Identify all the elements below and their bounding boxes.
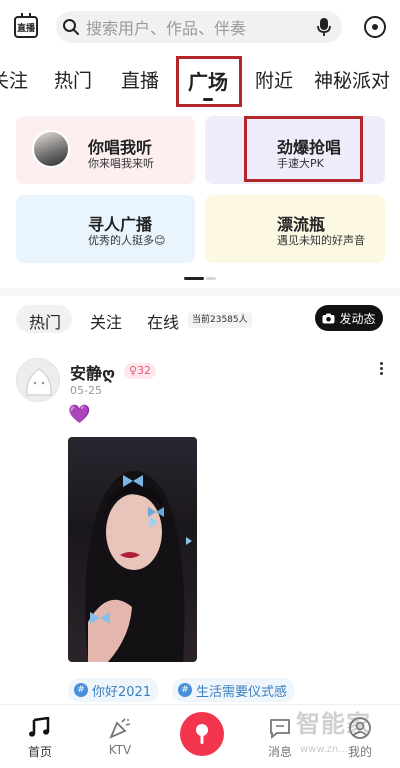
carousel-indicator <box>184 277 218 280</box>
tab-square[interactable]: 广场 <box>188 66 228 95</box>
live-icon[interactable]: 直播 <box>14 13 38 38</box>
topic-tag[interactable]: # 生活需要仪式感 <box>172 678 296 702</box>
post-dynamic-button[interactable]: 发动态 <box>315 305 383 331</box>
card-you-sing-i-listen[interactable]: 你唱我听 你来唱我来听 <box>16 116 195 184</box>
tab-hot[interactable]: 热门 <box>54 66 92 93</box>
topic-tag[interactable]: # 你好2021 <box>68 678 160 702</box>
nav-label: 我的 <box>347 745 372 759</box>
hashtag-icon: # <box>74 683 88 697</box>
watermark-url: www.zn... <box>300 744 348 755</box>
nav-ktv[interactable]: KTV <box>80 705 160 768</box>
post-date: 05-25 <box>70 384 102 397</box>
record-mic-icon <box>196 724 208 744</box>
post-button-label: 发动态 <box>339 311 376 326</box>
watermark: 智能家 <box>296 710 371 738</box>
search-icon <box>56 18 86 36</box>
post-content-emoji: 💜 <box>68 404 91 425</box>
card-subtitle: 遇见未知的好声音 <box>277 234 365 247</box>
filter-online[interactable]: 在线 <box>147 309 179 333</box>
nav-label: 消息 <box>267 745 292 759</box>
nav-label: 首页 <box>27 745 52 759</box>
active-tab-indicator <box>203 98 213 101</box>
section-divider <box>0 288 400 296</box>
age: 32 <box>137 364 152 377</box>
party-popper-icon <box>108 715 132 741</box>
gender-symbol: ♀ <box>129 364 138 377</box>
tag-label: 你好2021 <box>92 684 152 700</box>
camera-icon <box>322 313 335 323</box>
filter-follow[interactable]: 关注 <box>90 309 122 333</box>
card-drift-bottle[interactable]: 漂流瓶 遇见未知的好声音 <box>205 195 385 263</box>
card-subtitle: 手速大PK <box>277 157 324 170</box>
mic-icon[interactable] <box>306 17 342 37</box>
tab-nearby[interactable]: 附近 <box>255 66 293 93</box>
hashtag-icon: # <box>178 683 192 697</box>
record-mic-button[interactable] <box>180 712 224 756</box>
nav-label: KTV <box>108 743 132 757</box>
more-icon[interactable] <box>364 16 386 38</box>
online-count: 当前23585人 <box>188 312 252 328</box>
card-broadcast[interactable]: 寻人广播 优秀的人挺多😊 <box>16 195 195 263</box>
tab-follow[interactable]: 关注 <box>0 66 28 93</box>
post-photo[interactable] <box>68 437 197 662</box>
nav-home[interactable]: 首页 <box>0 705 80 768</box>
tag-label: 生活需要仪式感 <box>196 684 288 700</box>
tab-mystery-party[interactable]: 神秘派对 <box>314 66 390 93</box>
card-subtitle: 优秀的人挺多😊 <box>88 234 166 247</box>
card-subtitle: 你来唱我来听 <box>88 157 154 170</box>
search-bar[interactable]: 搜索用户、作品、伴奏 <box>56 11 342 43</box>
gender-age-badge: ♀32 <box>124 363 157 379</box>
top-bar: 直播 搜索用户、作品、伴奏 <box>0 0 400 54</box>
avatar[interactable] <box>16 358 60 402</box>
tab-live[interactable]: 直播 <box>121 66 159 93</box>
message-icon <box>268 715 292 741</box>
username[interactable]: 安静ღ <box>70 360 115 384</box>
card-avatar <box>32 130 70 168</box>
search-placeholder: 搜索用户、作品、伴奏 <box>86 19 247 38</box>
card-rush-sing[interactable]: 劲爆抢唱 手速大PK <box>205 116 385 184</box>
post-more-icon[interactable] <box>378 362 384 378</box>
category-tabs: 关注 热门 直播 广场 附近 神秘派对 <box>0 54 400 104</box>
live-icon-label: 直播 <box>16 23 35 34</box>
filter-hot[interactable]: 热门 <box>29 309 61 333</box>
music-note-icon <box>28 715 52 741</box>
